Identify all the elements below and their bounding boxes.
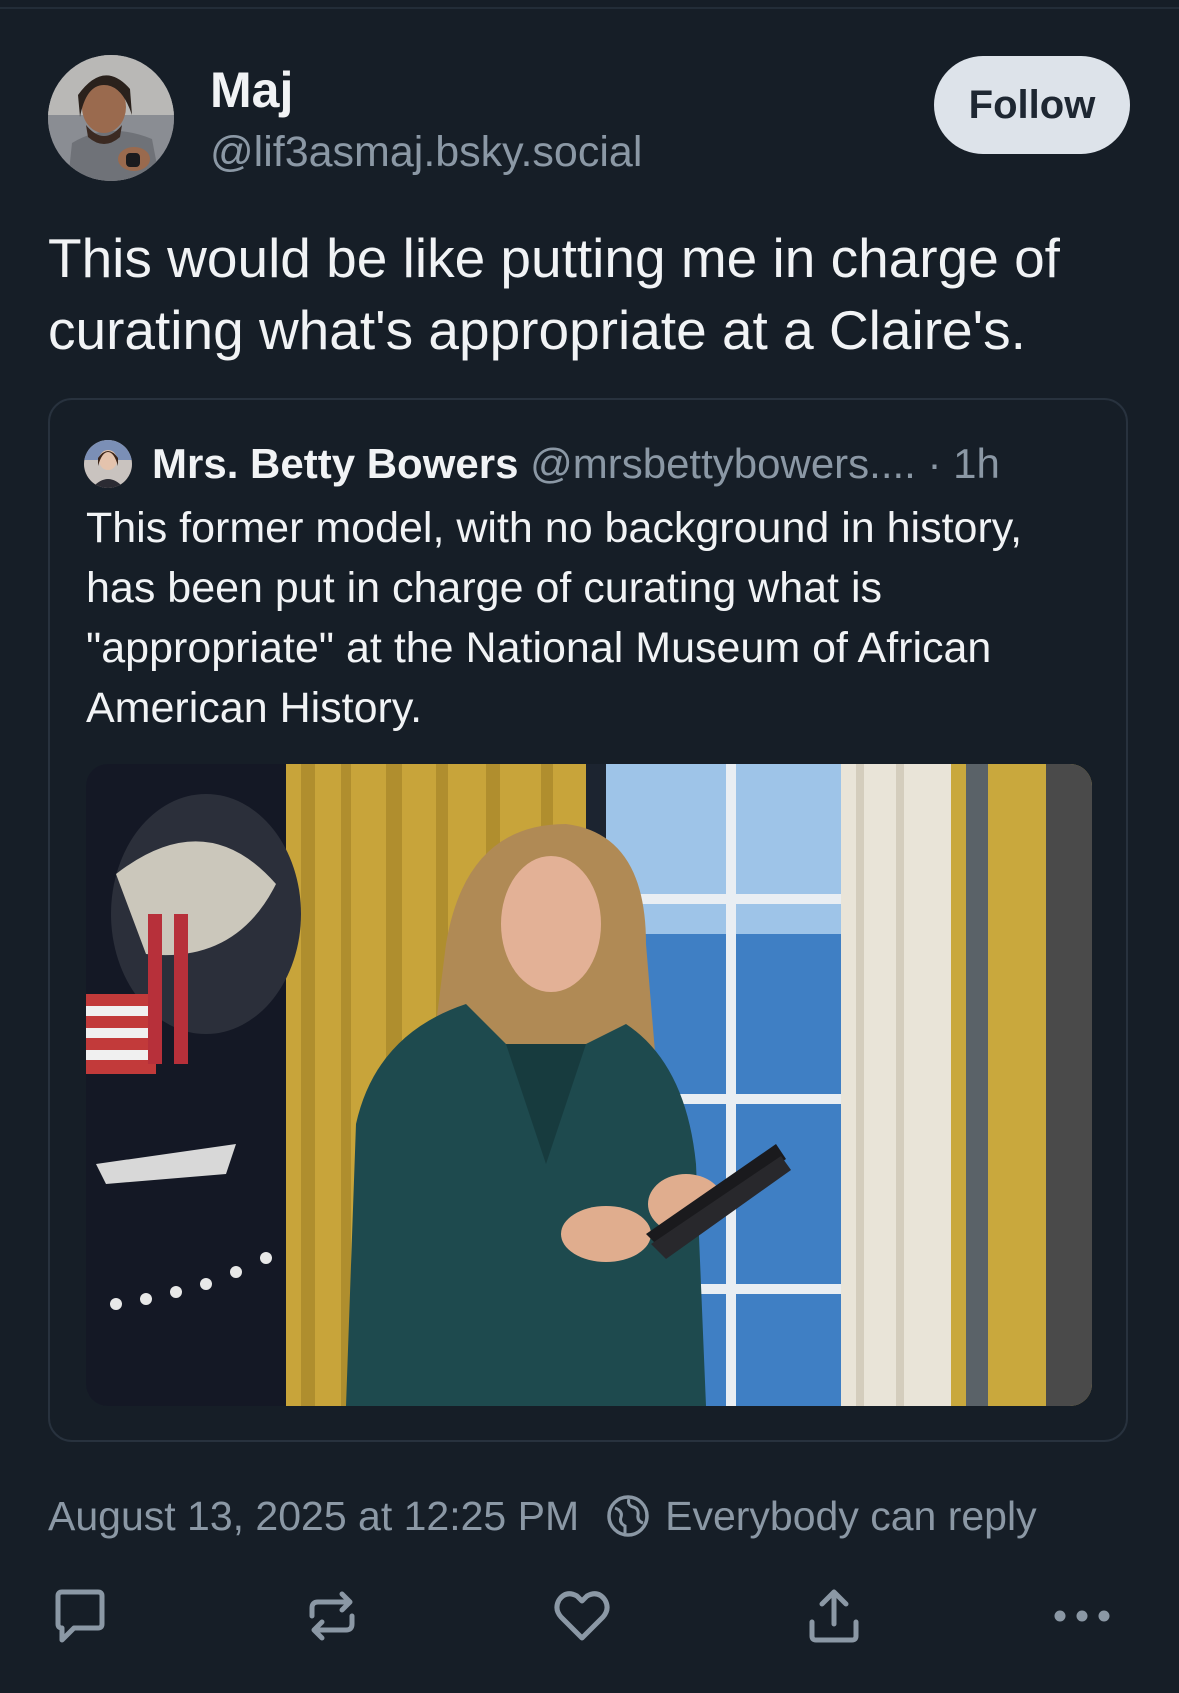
heart-icon	[554, 1591, 610, 1641]
post-timestamp[interactable]: August 13, 2025 at 12:25 PM	[48, 1493, 579, 1540]
post-actions	[0, 1580, 1179, 1652]
post-text: This would be like putting me in charge …	[48, 227, 1060, 361]
author-avatar[interactable]	[48, 55, 174, 181]
quoted-post-header: Mrs. Betty Bowers @mrsbettybowers.... · …	[152, 436, 1112, 492]
share-icon	[809, 1589, 859, 1643]
quoted-post-card[interactable]: Mrs. Betty Bowers @mrsbettybowers.... · …	[48, 398, 1128, 1442]
post-meta: August 13, 2025 at 12:25 PM Everybody ca…	[48, 1488, 1037, 1544]
follow-button[interactable]: Follow	[934, 56, 1130, 154]
reply-button[interactable]	[44, 1580, 116, 1652]
quoted-post-image[interactable]	[86, 764, 1092, 1406]
author-handle[interactable]: @lif3asmaj.bsky.social	[210, 124, 642, 180]
reply-setting[interactable]: Everybody can reply	[665, 1493, 1036, 1540]
avatar-image	[48, 55, 174, 181]
quoted-post-time: · 1h	[927, 440, 1000, 487]
globe-icon	[607, 1495, 649, 1537]
top-divider	[0, 7, 1179, 9]
share-button[interactable]	[798, 1580, 870, 1652]
quoted-avatar-image	[84, 440, 132, 488]
photo-woman-in-office	[86, 764, 1092, 1406]
more-options-button[interactable]	[1046, 1580, 1118, 1652]
author-name[interactable]: Maj	[210, 60, 293, 120]
quoted-author-name[interactable]: Mrs. Betty Bowers	[152, 440, 518, 487]
quoted-author-handle[interactable]: @mrsbettybowers....	[530, 440, 916, 487]
quoted-author-avatar[interactable]	[84, 440, 132, 488]
repost-icon	[309, 1591, 355, 1641]
like-button[interactable]	[546, 1580, 618, 1652]
more-icon	[1054, 1610, 1110, 1622]
quoted-post-text: This former model, with no background in…	[86, 504, 1023, 732]
comment-icon	[55, 1589, 105, 1643]
repost-button[interactable]	[296, 1580, 368, 1652]
